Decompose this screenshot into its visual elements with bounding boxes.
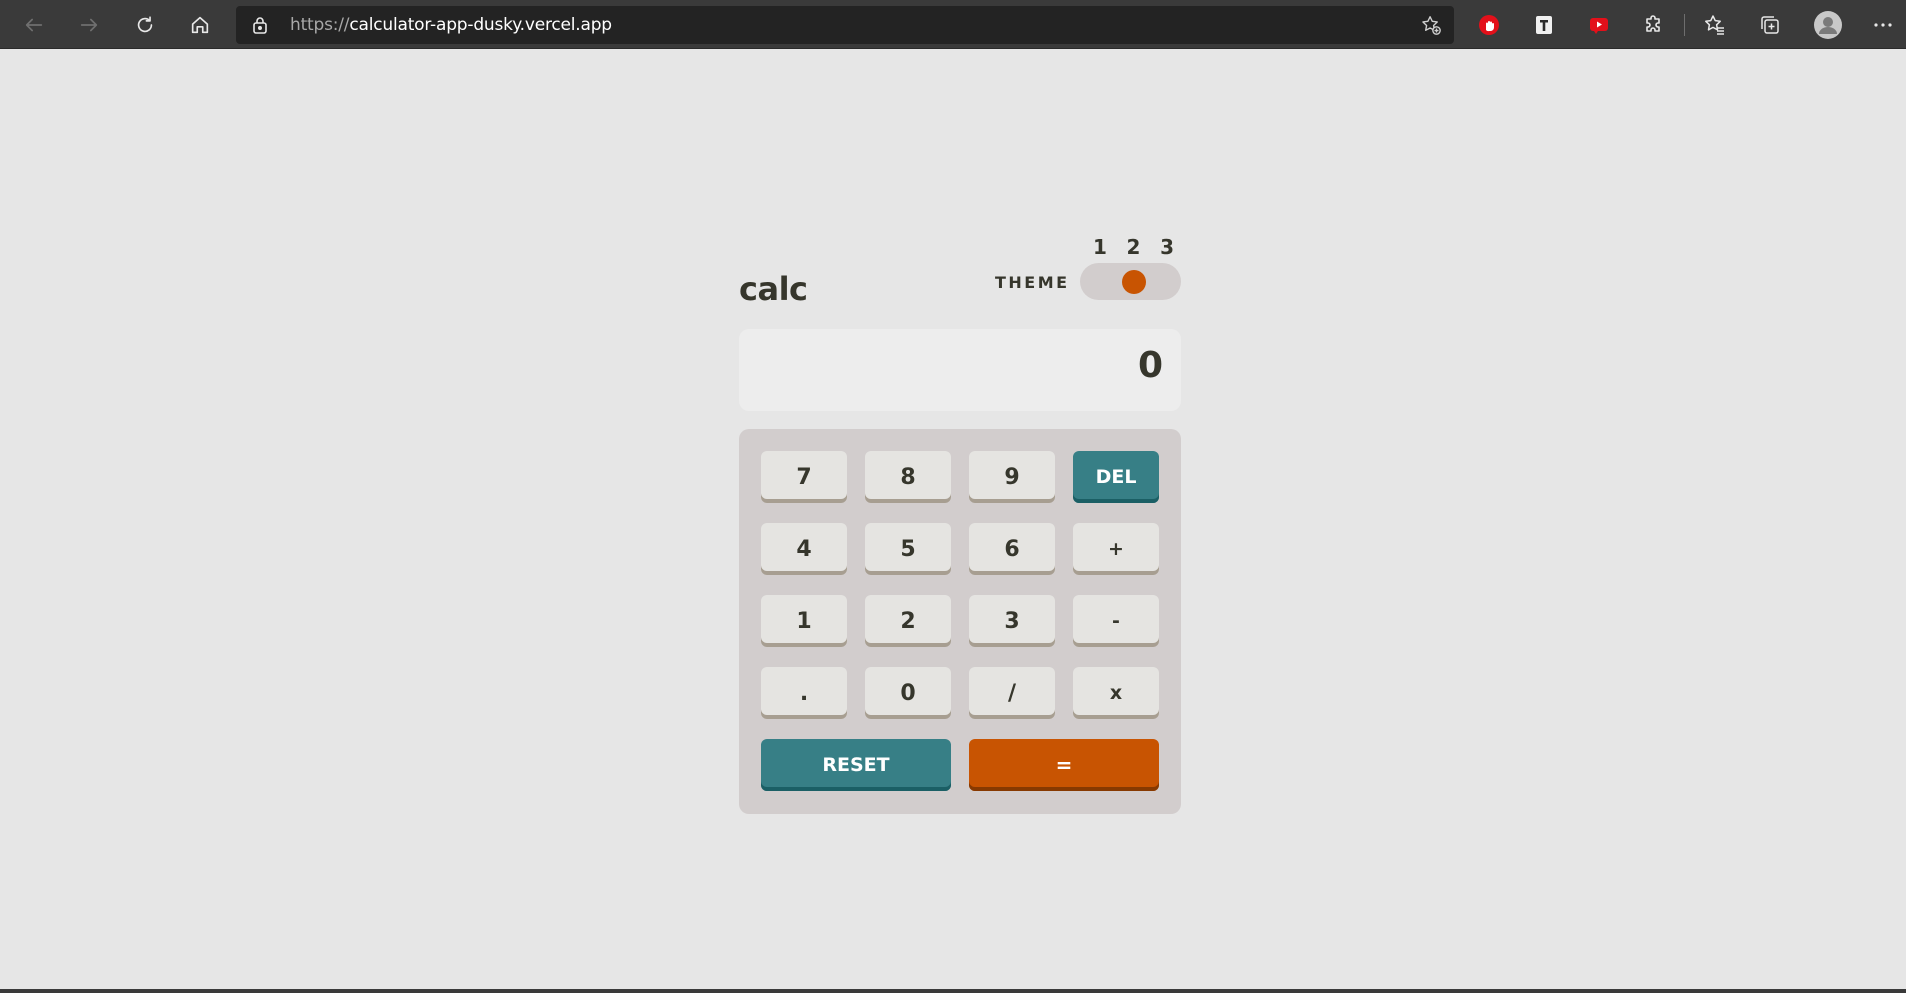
profile-button[interactable] <box>1813 10 1843 40</box>
favorites-button[interactable] <box>1702 12 1728 38</box>
key-3[interactable]: 3 <box>969 595 1055 647</box>
display-value: 0 <box>1137 345 1163 386</box>
window-bottom-edge <box>0 989 1906 993</box>
adblock-icon <box>1479 15 1499 35</box>
key-5[interactable]: 5 <box>865 523 951 575</box>
home-button[interactable] <box>182 7 218 43</box>
theme-toggle-knob[interactable] <box>1122 270 1146 294</box>
calculator-display: 0 <box>739 329 1181 411</box>
divide-button[interactable]: / <box>969 667 1055 719</box>
keypad: 7 8 9 DEL 4 5 6 + 1 2 3 - . 0 / x RESET … <box>739 429 1181 814</box>
theme-number-2: 2 <box>1126 235 1141 259</box>
add-button[interactable]: + <box>1073 523 1159 575</box>
more-menu-icon <box>1874 23 1892 27</box>
key-7[interactable]: 7 <box>761 451 847 503</box>
multiply-button[interactable]: x <box>1073 667 1159 719</box>
url-host: calculator-app-dusky.vercel.app <box>349 15 612 35</box>
lock-icon[interactable] <box>250 15 270 35</box>
calculator: calc THEME 1 2 3 0 7 8 9 DEL 4 5 6 + 1 2… <box>739 233 1181 814</box>
extensions-button[interactable] <box>1641 12 1667 38</box>
key-6[interactable]: 6 <box>969 523 1055 575</box>
extensions-puzzle-icon <box>1646 15 1660 32</box>
key-4[interactable]: 4 <box>761 523 847 575</box>
back-icon <box>25 18 43 32</box>
key-1[interactable]: 1 <box>761 595 847 647</box>
subtract-button[interactable]: - <box>1073 595 1159 647</box>
reset-button[interactable]: RESET <box>761 739 951 791</box>
youtube-extension-button[interactable] <box>1586 12 1612 38</box>
key-8[interactable]: 8 <box>865 451 951 503</box>
url-text[interactable]: https://calculator-app-dusky.vercel.app <box>290 15 612 35</box>
adblock-extension-button[interactable] <box>1476 12 1502 38</box>
add-favorite-icon[interactable] <box>1420 14 1442 36</box>
address-bar[interactable]: https://calculator-app-dusky.vercel.app <box>236 6 1454 44</box>
theme-number-3: 3 <box>1160 235 1174 259</box>
extension-t-button[interactable] <box>1531 12 1557 38</box>
browser-toolbar: https://calculator-app-dusky.vercel.app <box>0 0 1906 49</box>
forward-icon <box>80 18 98 32</box>
app-logo: calc <box>739 270 808 308</box>
url-protocol: https:// <box>290 15 350 35</box>
extension-t-icon <box>1536 16 1552 34</box>
calculator-header: calc THEME 1 2 3 <box>739 233 1181 333</box>
theme-label: THEME <box>995 273 1070 292</box>
forward-button[interactable] <box>71 7 107 43</box>
theme-numbers: 1 2 3 <box>1089 235 1181 259</box>
key-9[interactable]: 9 <box>969 451 1055 503</box>
collections-button[interactable] <box>1757 12 1783 38</box>
profile-avatar-icon <box>1814 11 1842 39</box>
equals-button[interactable]: = <box>969 739 1159 791</box>
refresh-icon <box>137 16 153 33</box>
collections-icon <box>1761 16 1779 34</box>
refresh-button[interactable] <box>127 7 163 43</box>
theme-toggle[interactable] <box>1080 263 1181 300</box>
decimal-button[interactable]: . <box>761 667 847 719</box>
delete-button[interactable]: DEL <box>1073 451 1159 503</box>
key-2[interactable]: 2 <box>865 595 951 647</box>
home-icon <box>191 16 209 34</box>
back-button[interactable] <box>16 7 52 43</box>
theme-number-1: 1 <box>1093 235 1107 259</box>
favorites-icon <box>1705 15 1724 35</box>
key-0[interactable]: 0 <box>865 667 951 719</box>
toolbar-divider <box>1684 14 1685 36</box>
youtube-extension-icon <box>1590 18 1608 34</box>
more-menu-button[interactable] <box>1870 12 1896 38</box>
